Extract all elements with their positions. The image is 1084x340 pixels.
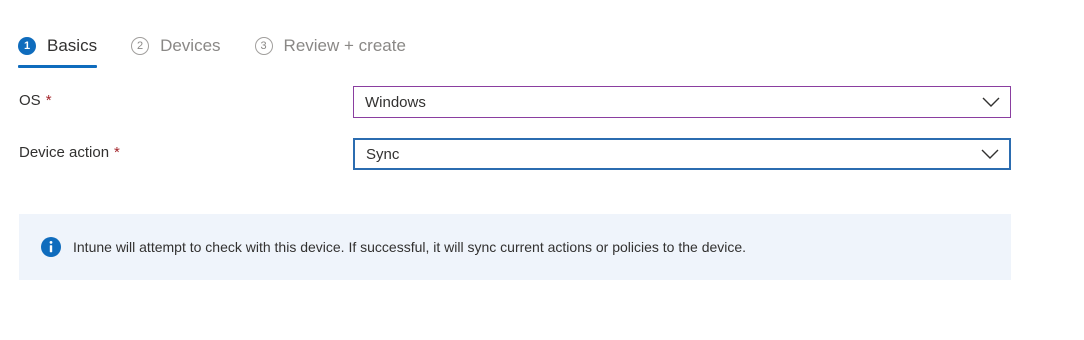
info-message: Intune will attempt to check with this d…: [73, 239, 747, 255]
step-number-3: 3: [254, 37, 273, 55]
os-row: OS * Windows: [19, 86, 1011, 118]
os-dropdown[interactable]: Windows: [353, 86, 1011, 118]
device-action-label-group: Device action *: [19, 144, 120, 161]
step-label-devices: Devices: [160, 36, 221, 55]
step-number-1: 1: [18, 37, 36, 55]
create-device-action-page: 1 Basics 2 Devices 3 Review + create OS *…: [0, 0, 1084, 340]
device-action-dropdown[interactable]: Sync: [353, 138, 1011, 170]
step-basics[interactable]: 1 Basics: [18, 28, 98, 68]
info-icon: [41, 237, 61, 257]
device-action-row: Device action * Sync: [19, 138, 1011, 170]
device-action-label: Device action: [19, 144, 110, 161]
step-devices[interactable]: 2 Devices: [131, 28, 221, 64]
chevron-down-icon: [982, 97, 1000, 107]
device-action-selected-value: Sync: [366, 145, 400, 163]
os-selected-value: Windows: [365, 93, 426, 111]
step-review-create[interactable]: 3 Review + create: [254, 28, 406, 64]
active-step-indicator: [18, 65, 98, 68]
chevron-down-icon: [981, 149, 999, 159]
step-label-basics: Basics: [47, 36, 98, 55]
info-banner: Intune will attempt to check with this d…: [19, 214, 1011, 280]
device-action-required-mark: *: [114, 144, 120, 161]
os-label: OS: [19, 92, 41, 109]
os-label-group: OS *: [19, 92, 52, 109]
wizard-steps: 1 Basics 2 Devices 3 Review + create: [18, 28, 440, 70]
os-required-mark: *: [45, 92, 52, 109]
step-label-review-create: Review + create: [283, 36, 406, 55]
step-number-2: 2: [131, 37, 150, 55]
